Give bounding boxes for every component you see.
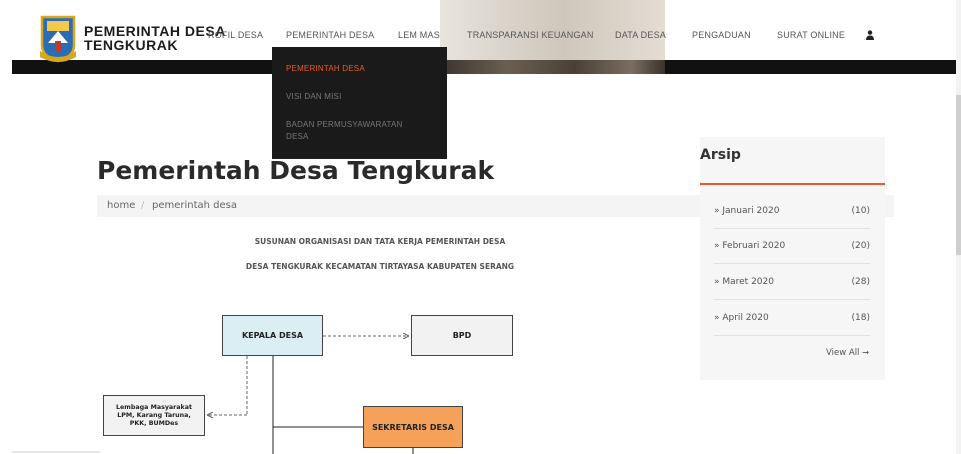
org-box-sekretaris-desa: SEKRETARIS DESA <box>363 406 463 448</box>
archive-view-all-link[interactable]: View All ➞ <box>826 348 869 358</box>
archive-item-februari[interactable]: » Februari 2020 <box>714 241 785 251</box>
archive-count: (20) <box>851 241 870 251</box>
archive-divider <box>714 228 870 229</box>
archive-item-januari[interactable]: » Januari 2020 <box>714 206 779 216</box>
footer-edge <box>12 451 100 453</box>
archive-item-april[interactable]: » April 2020 <box>714 313 769 323</box>
org-box-bpd: BPD <box>411 315 513 356</box>
archive-title: Arsip <box>700 147 741 163</box>
archive-count: (28) <box>851 277 870 287</box>
lembaga-line-2: LPM, Karang Taruna, <box>117 411 191 419</box>
archive-title-underline <box>700 183 885 185</box>
archive-item-maret[interactable]: » Maret 2020 <box>714 277 774 287</box>
lembaga-line-3: PKK, BUMDes <box>129 419 179 427</box>
archive-divider <box>714 263 870 264</box>
org-box-lembaga-masyarakat: Lembaga Masyarakat LPM, Karang Taruna, P… <box>103 395 205 436</box>
org-box-kepala-desa: KEPALA DESA <box>222 315 323 356</box>
archive-count: (10) <box>851 206 870 216</box>
archive-count: (18) <box>851 313 870 323</box>
page-scrollbar-thumb[interactable] <box>956 95 961 255</box>
archive-divider <box>714 335 870 336</box>
lembaga-line-1: Lembaga Masyarakat <box>116 403 192 411</box>
archive-divider <box>714 299 870 300</box>
archive-sidebar <box>700 137 885 380</box>
